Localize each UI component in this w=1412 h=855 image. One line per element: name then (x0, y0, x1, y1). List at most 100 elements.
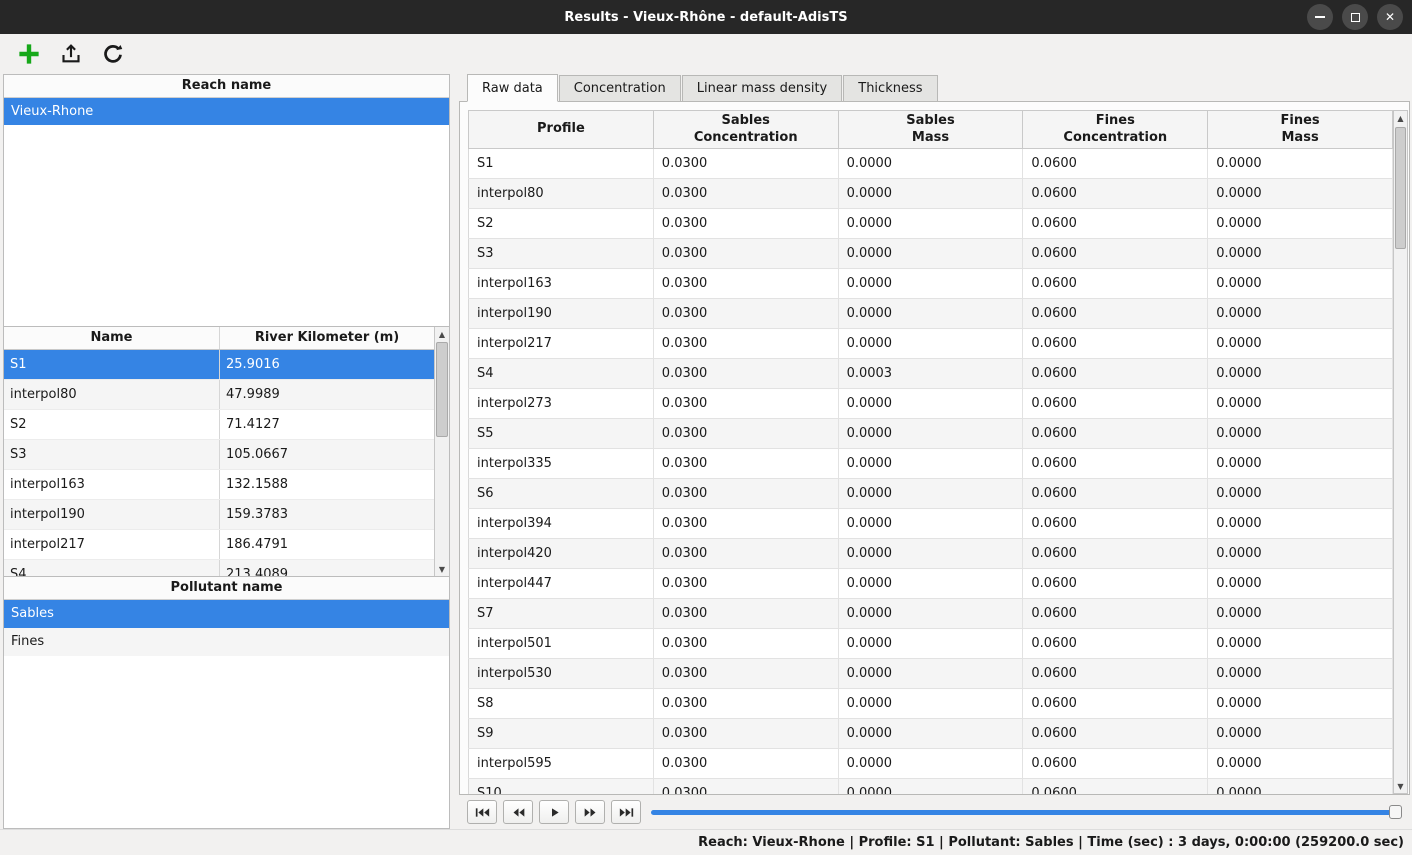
data-cell: interpol501 (469, 629, 654, 659)
data-row[interactable]: interpol3940.03000.00000.06000.0000 (469, 509, 1393, 539)
data-row[interactable]: interpol5300.03000.00000.06000.0000 (469, 659, 1393, 689)
main-area: Reach name Vieux-Rhone Name River Kilome… (0, 74, 1412, 829)
profiles-scroll-thumb[interactable] (436, 342, 448, 437)
data-row[interactable]: S70.03000.00000.06000.0000 (469, 599, 1393, 629)
river-kilometer-cell: 213.4089 (219, 560, 434, 577)
data-row[interactable]: S50.03000.00000.06000.0000 (469, 419, 1393, 449)
close-button[interactable]: ✕ (1377, 4, 1403, 30)
data-row[interactable]: interpol1630.03000.00000.06000.0000 (469, 269, 1393, 299)
profiles-rows: S125.9016interpol8047.9989S271.4127S3105… (4, 350, 434, 577)
skip-to-end-button[interactable] (611, 800, 641, 824)
data-cell: 0.0000 (838, 239, 1023, 269)
skip-to-start-button[interactable] (467, 800, 497, 824)
tab-concentration[interactable]: Concentration (559, 75, 681, 102)
tab-thickness[interactable]: Thickness (843, 75, 937, 102)
data-row[interactable]: S40.03000.00030.06000.0000 (469, 359, 1393, 389)
data-row[interactable]: S60.03000.00000.06000.0000 (469, 479, 1393, 509)
profile-row[interactable]: interpol163132.1588 (4, 470, 434, 500)
data-cell: interpol394 (469, 509, 654, 539)
data-cell: 0.0000 (838, 509, 1023, 539)
data-cell: S5 (469, 419, 654, 449)
column-header-river-kilometer[interactable]: River Kilometer (m) (219, 327, 434, 349)
rewind-icon (511, 807, 526, 818)
profile-name-cell: interpol190 (4, 500, 219, 529)
data-scroll-thumb[interactable] (1395, 127, 1406, 249)
list-item[interactable]: Sables (4, 600, 449, 628)
data-cell: 0.0300 (653, 509, 838, 539)
data-cell: 0.0000 (838, 209, 1023, 239)
tab-linear-mass-density[interactable]: Linear mass density (682, 75, 843, 102)
pollutant-section: Pollutant name SablesFines (3, 577, 450, 829)
scroll-up-icon[interactable]: ▲ (1394, 111, 1407, 125)
data-row[interactable]: interpol2170.03000.00000.06000.0000 (469, 329, 1393, 359)
data-row[interactable]: S80.03000.00000.06000.0000 (469, 689, 1393, 719)
profile-row[interactable]: interpol217186.4791 (4, 530, 434, 560)
river-kilometer-cell: 71.4127 (219, 410, 434, 439)
status-text: Reach: Vieux-Rhone | Profile: S1 | Pollu… (698, 835, 1404, 850)
data-cell: 0.0000 (838, 629, 1023, 659)
data-cell: 0.0000 (838, 149, 1023, 179)
data-row[interactable]: S30.03000.00000.06000.0000 (469, 239, 1393, 269)
profiles-scroll-track[interactable] (435, 341, 449, 562)
data-row[interactable]: interpol5010.03000.00000.06000.0000 (469, 629, 1393, 659)
profile-row[interactable]: interpol190159.3783 (4, 500, 434, 530)
scroll-down-icon[interactable]: ▼ (1394, 779, 1407, 793)
data-row[interactable]: interpol4470.03000.00000.06000.0000 (469, 569, 1393, 599)
data-row[interactable]: S100.03000.00000.06000.0000 (469, 779, 1393, 795)
data-row[interactable]: S20.03000.00000.06000.0000 (469, 209, 1393, 239)
data-cell: 0.0300 (653, 659, 838, 689)
play-button[interactable] (539, 800, 569, 824)
time-slider[interactable] (651, 800, 1402, 824)
export-button[interactable] (56, 39, 86, 69)
data-row[interactable]: S90.03000.00000.06000.0000 (469, 719, 1393, 749)
column-header-name[interactable]: Name (4, 327, 219, 349)
data-table-scrollbar[interactable]: ▲ ▼ (1393, 110, 1408, 794)
data-row[interactable]: interpol3350.03000.00000.06000.0000 (469, 449, 1393, 479)
data-cell: 0.0000 (838, 689, 1023, 719)
data-column-header[interactable]: Sables Concentration (653, 111, 838, 149)
profiles-scrollbar[interactable]: ▲ ▼ (434, 327, 449, 576)
data-cell: 0.0000 (838, 179, 1023, 209)
status-bar: Reach: Vieux-Rhone | Profile: S1 | Pollu… (0, 829, 1412, 855)
profile-row[interactable]: S125.9016 (4, 350, 434, 380)
data-cell: 0.0000 (1208, 359, 1393, 389)
profile-row[interactable]: S3105.0667 (4, 440, 434, 470)
data-cell: 0.0000 (838, 539, 1023, 569)
data-scroll-track[interactable] (1394, 125, 1407, 779)
maximize-button[interactable] (1342, 4, 1368, 30)
window-controls: ✕ (1307, 4, 1403, 30)
data-row[interactable]: interpol800.03000.00000.06000.0000 (469, 179, 1393, 209)
list-item[interactable]: Vieux-Rhone (4, 98, 449, 125)
time-slider-handle[interactable] (1389, 805, 1402, 819)
data-table-wrap: ProfileSables ConcentrationSables MassFi… (468, 110, 1393, 794)
data-cell: 0.0300 (653, 359, 838, 389)
add-button[interactable] (14, 39, 44, 69)
data-column-header[interactable]: Sables Mass (838, 111, 1023, 149)
river-kilometer-cell: 186.4791 (219, 530, 434, 559)
list-item[interactable]: Fines (4, 628, 449, 656)
data-cell: 0.0300 (653, 389, 838, 419)
player-controls (459, 795, 1410, 829)
rewind-button[interactable] (503, 800, 533, 824)
scroll-down-icon[interactable]: ▼ (435, 562, 449, 576)
data-row[interactable]: interpol4200.03000.00000.06000.0000 (469, 539, 1393, 569)
data-column-header[interactable]: Profile (469, 111, 654, 149)
scroll-up-icon[interactable]: ▲ (435, 327, 449, 341)
data-row[interactable]: S10.03000.00000.06000.0000 (469, 149, 1393, 179)
fast-forward-button[interactable] (575, 800, 605, 824)
data-row[interactable]: interpol2730.03000.00000.06000.0000 (469, 389, 1393, 419)
data-row[interactable]: interpol1900.03000.00000.06000.0000 (469, 299, 1393, 329)
data-cell: 0.0600 (1023, 719, 1208, 749)
tab-raw-data[interactable]: Raw data (467, 74, 558, 102)
profile-row[interactable]: S4213.4089 (4, 560, 434, 577)
skip-to-end-icon (619, 807, 634, 818)
data-column-header[interactable]: Fines Mass (1208, 111, 1393, 149)
profile-row[interactable]: S271.4127 (4, 410, 434, 440)
profile-row[interactable]: interpol8047.9989 (4, 380, 434, 410)
data-row[interactable]: interpol5950.03000.00000.06000.0000 (469, 749, 1393, 779)
data-cell: S1 (469, 149, 654, 179)
minimize-button[interactable] (1307, 4, 1333, 30)
refresh-button[interactable] (98, 39, 128, 69)
data-cell: S4 (469, 359, 654, 389)
data-column-header[interactable]: Fines Concentration (1023, 111, 1208, 149)
